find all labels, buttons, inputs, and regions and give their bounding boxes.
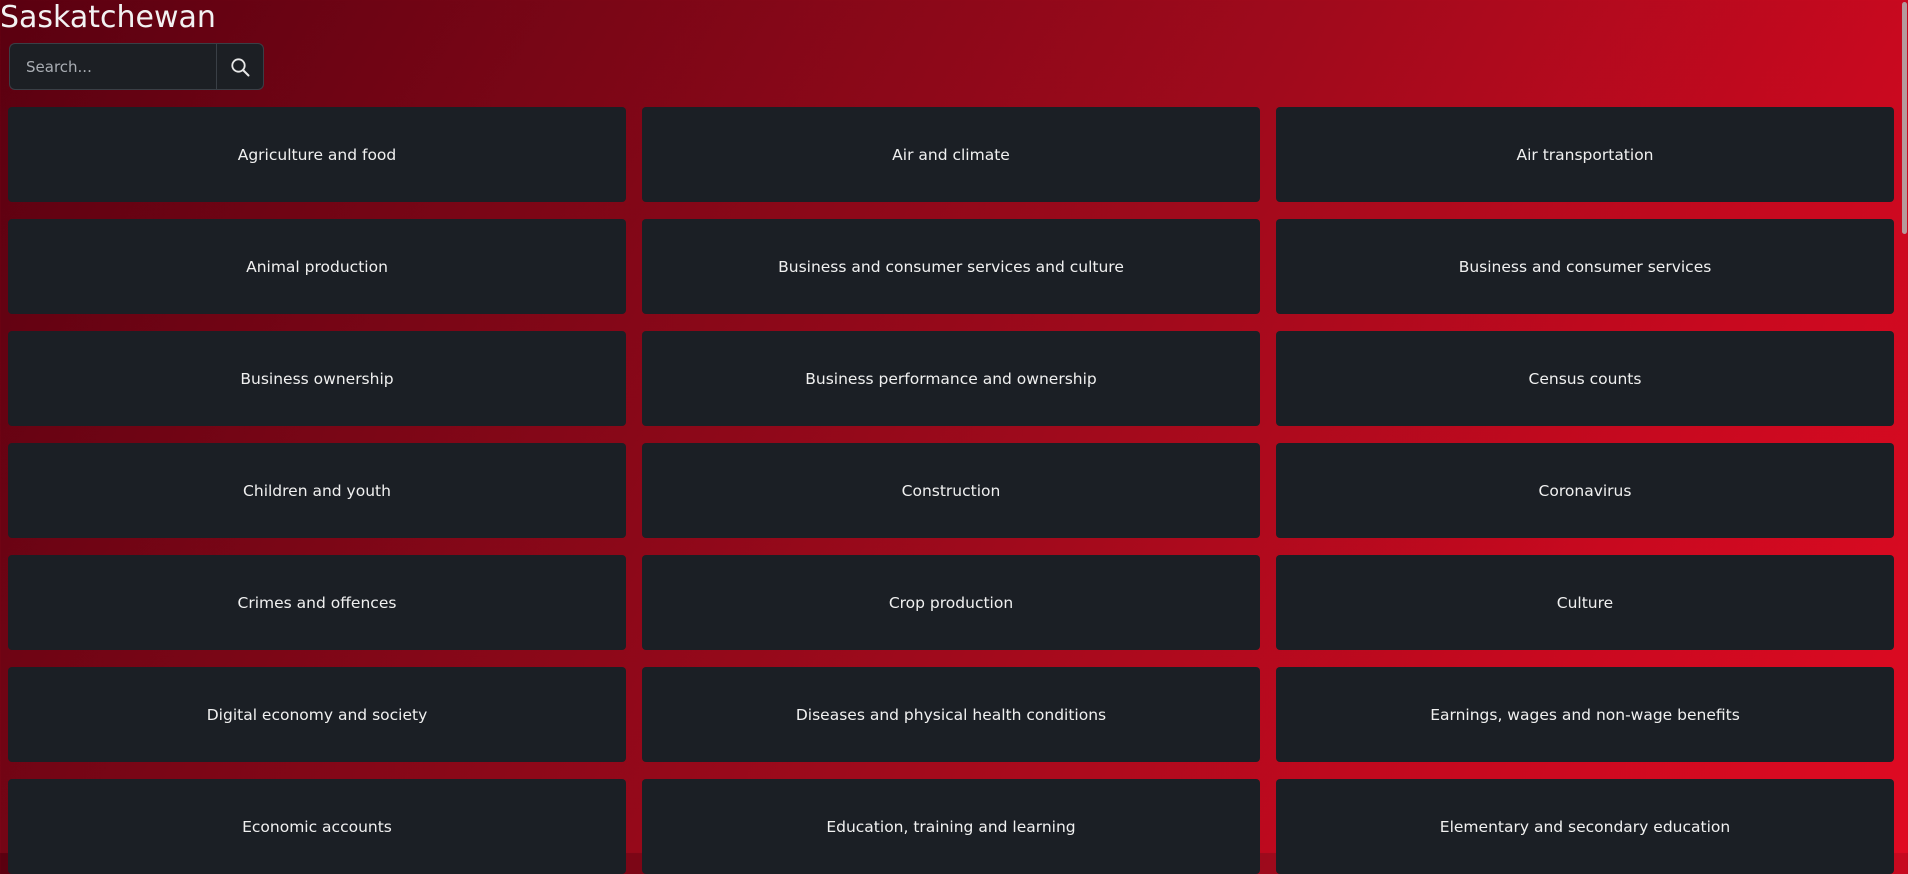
topic-tile[interactable]: Business performance and ownership xyxy=(642,331,1260,426)
topic-tile[interactable]: Agriculture and food xyxy=(8,107,626,202)
topic-tile[interactable]: Air transportation xyxy=(1276,107,1894,202)
topic-tile-label: Air transportation xyxy=(1516,145,1654,164)
topic-tile[interactable]: Economic accounts xyxy=(8,779,626,874)
topic-tile-label: Crimes and offences xyxy=(237,593,397,612)
topic-tile-label: Elementary and secondary education xyxy=(1439,817,1731,836)
topic-tile-label: Diseases and physical health conditions xyxy=(795,705,1107,724)
topic-grid: Agriculture and food Air and climate Air t… xyxy=(8,107,1897,874)
search-input[interactable] xyxy=(9,43,216,90)
topic-tile[interactable]: Business ownership xyxy=(8,331,626,426)
topic-tile[interactable]: Crop production xyxy=(642,555,1260,650)
topic-tile-label: Culture xyxy=(1556,593,1614,612)
topic-tile-label: Earnings, wages and non-wage benefits xyxy=(1430,705,1740,724)
topic-tile-label: Business and consumer services and cultu… xyxy=(778,257,1124,276)
topic-tile[interactable]: Elementary and secondary education xyxy=(1276,779,1894,874)
page-title: Saskatchewan xyxy=(0,0,216,35)
topic-tile-label: Business performance and ownership xyxy=(805,369,1097,388)
topic-tile-label: Agriculture and food xyxy=(237,145,397,164)
topic-tile[interactable]: Education, training and learning xyxy=(642,779,1260,874)
topic-tile-label: Economic accounts xyxy=(242,817,392,836)
topic-tile-label: Business and consumer services xyxy=(1458,257,1712,276)
topic-tile[interactable]: Business and consumer services and cultu… xyxy=(642,219,1260,314)
topic-tile-label: Children and youth xyxy=(243,481,391,500)
topic-tile[interactable]: Diseases and physical health conditions xyxy=(642,667,1260,762)
search-bar xyxy=(9,43,264,90)
topic-tile-label: Air and climate xyxy=(892,145,1010,164)
topic-tile-label: Digital economy and society xyxy=(206,705,428,724)
topic-tile-label: Construction xyxy=(901,481,1001,500)
topic-tile-label: Census counts xyxy=(1528,369,1642,388)
topic-tile[interactable]: Census counts xyxy=(1276,331,1894,426)
topic-tile[interactable]: Digital economy and society xyxy=(8,667,626,762)
topic-tile[interactable]: Crimes and offences xyxy=(8,555,626,650)
topic-tile[interactable]: Culture xyxy=(1276,555,1894,650)
topic-tile[interactable]: Air and climate xyxy=(642,107,1260,202)
search-icon xyxy=(231,57,250,76)
topic-tile-label: Education, training and learning xyxy=(826,817,1076,836)
search-button[interactable] xyxy=(216,43,264,90)
scrollbar-thumb[interactable] xyxy=(1902,2,1907,234)
topic-tile-label: Animal production xyxy=(246,257,388,276)
page-scrollbar[interactable] xyxy=(1900,0,1908,853)
topic-tile-label: Coronavirus xyxy=(1538,481,1632,500)
topic-tile-label: Business ownership xyxy=(240,369,394,388)
topic-tile[interactable]: Earnings, wages and non-wage benefits xyxy=(1276,667,1894,762)
topic-tile[interactable]: Construction xyxy=(642,443,1260,538)
topic-tile[interactable]: Coronavirus xyxy=(1276,443,1894,538)
topic-tile[interactable]: Animal production xyxy=(8,219,626,314)
topic-tile-label: Crop production xyxy=(888,593,1014,612)
topic-tile[interactable]: Children and youth xyxy=(8,443,626,538)
topic-tile[interactable]: Business and consumer services xyxy=(1276,219,1894,314)
